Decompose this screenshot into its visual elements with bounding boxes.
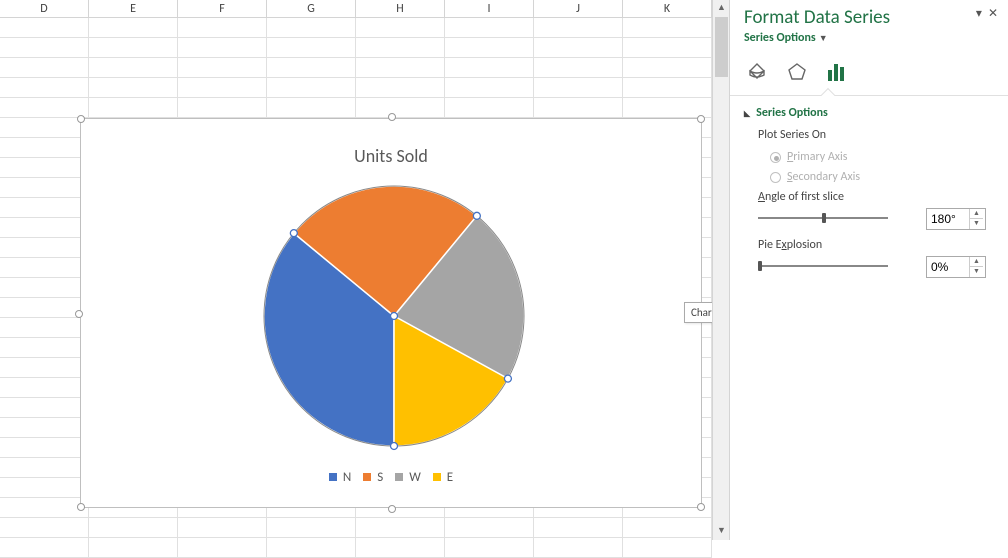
pie-explosion-label: Pie Explosion: [758, 238, 1008, 252]
chart-title[interactable]: Units Sold: [81, 145, 701, 167]
col-header[interactable]: I: [445, 0, 534, 18]
col-header[interactable]: K: [623, 0, 712, 18]
pane-title: Format Data Series: [744, 6, 890, 29]
radio-icon: [770, 172, 781, 183]
angle-first-slice-label: Angle of first slice: [758, 190, 1008, 204]
scroll-thumb[interactable]: [715, 17, 728, 77]
pane-close-button[interactable]: ✕: [988, 6, 998, 21]
col-header[interactable]: E: [89, 0, 178, 18]
angle-input[interactable]: [927, 212, 969, 226]
legend[interactable]: NSWE: [81, 470, 701, 485]
radio-icon: [770, 152, 781, 163]
chart-area[interactable]: Units Sold NSWE: [80, 118, 702, 508]
explosion-slider[interactable]: [758, 258, 888, 274]
col-header[interactable]: G: [267, 0, 356, 18]
explosion-input[interactable]: [927, 260, 969, 274]
legend-item-S[interactable]: S: [363, 470, 383, 485]
legend-item-N[interactable]: N: [329, 470, 351, 485]
col-header[interactable]: D: [0, 0, 89, 18]
secondary-axis-radio: Secondary Axis: [770, 170, 994, 184]
col-header[interactable]: H: [356, 0, 445, 18]
scroll-down-button[interactable]: ▼: [713, 523, 730, 540]
spin-down-icon[interactable]: ▼: [970, 219, 983, 229]
scroll-up-button[interactable]: ▲: [713, 0, 730, 17]
spin-down-icon[interactable]: ▼: [970, 267, 983, 277]
plot-series-on-label: Plot Series On: [758, 128, 994, 142]
pane-options-button[interactable]: ▾: [976, 6, 982, 21]
format-data-series-pane: ▾ ✕ Format Data Series Series Options▼ S…: [729, 0, 1008, 540]
series-options-icon[interactable]: [826, 61, 848, 83]
primary-axis-radio: Primary Axis: [770, 150, 994, 164]
legend-item-W[interactable]: W: [395, 470, 421, 485]
series-options-section[interactable]: Series Options: [744, 106, 994, 120]
fill-line-icon[interactable]: [746, 61, 768, 83]
angle-slider[interactable]: [758, 210, 888, 226]
angle-spinner[interactable]: ▲ ▼: [926, 208, 986, 230]
column-headers: D E F G H I J K: [0, 0, 712, 18]
col-header[interactable]: J: [534, 0, 623, 18]
effects-icon[interactable]: [786, 61, 808, 83]
series-options-dropdown[interactable]: Series Options▼: [744, 31, 828, 45]
legend-item-E[interactable]: E: [433, 470, 453, 485]
col-header[interactable]: F: [178, 0, 267, 18]
vertical-scrollbar[interactable]: ▲ ▼: [712, 0, 729, 540]
explosion-spinner[interactable]: ▲ ▼: [926, 256, 986, 278]
pie-chart[interactable]: [259, 181, 529, 451]
